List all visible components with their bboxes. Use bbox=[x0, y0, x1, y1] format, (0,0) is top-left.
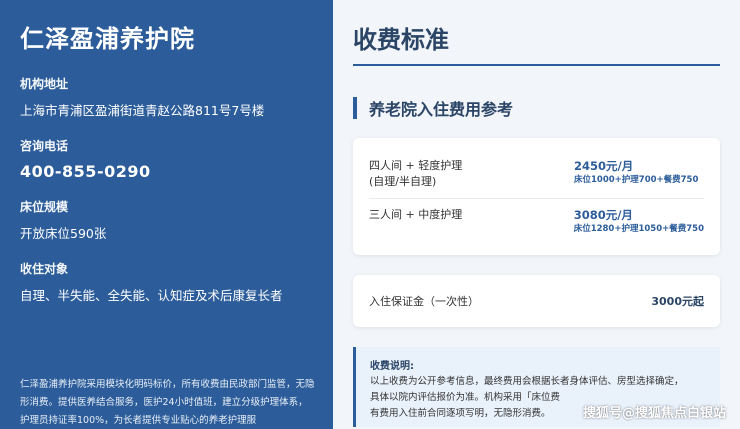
fee-row: 三人间 + 中度护理 3080元/月 床位1280+护理1050+餐费750 bbox=[369, 198, 704, 243]
section-accent-bar bbox=[353, 97, 357, 119]
left-panel: 仁泽盈浦养护院 机构地址 上海市青浦区盈浦街道青赵公路811号7号楼 咨询电话 … bbox=[0, 0, 333, 429]
deposit-card: 入住保证金（一次性） 3000元起 bbox=[353, 275, 720, 327]
beds-block: 床位规模 开放床位590张 bbox=[20, 199, 313, 243]
fee-price-block: 2450元/月 床位1000+护理700+餐费750 bbox=[574, 158, 704, 186]
section-header: 养老院入住费用参考 bbox=[353, 96, 720, 120]
deposit-label: 入住保证金（一次性） bbox=[369, 295, 479, 308]
phone-value[interactable]: 400-855-0290 bbox=[20, 162, 313, 181]
beds-label: 床位规模 bbox=[20, 200, 69, 214]
fee-room-sub: (自理/半自理) bbox=[369, 175, 437, 188]
fee-price-block: 3080元/月 床位1280+护理1050+餐费750 bbox=[574, 207, 704, 235]
fee-room-name: 四人间 + 轻度护理 bbox=[369, 159, 463, 172]
fee-card: 四人间 + 轻度护理 (自理/半自理) 2450元/月 床位1000+护理700… bbox=[353, 138, 720, 255]
fee-price-detail: 床位1280+护理1050+餐费750 bbox=[573, 224, 704, 234]
right-panel: 收费标准 养老院入住费用参考 四人间 + 轻度护理 (自理/半自理) 2450元… bbox=[333, 0, 740, 429]
section-title: 养老院入住费用参考 bbox=[369, 100, 514, 119]
target-label: 收住对象 bbox=[20, 262, 69, 276]
fee-note-line: 以上收费为公开参考信息，最终费用会根据长者身体评估、房型选择确定， bbox=[370, 376, 684, 387]
org-note: 仁泽盈浦养护院采用模块化明码标价，所有收费由民政部门监管，无隐形消费。提供医养结… bbox=[20, 379, 315, 426]
target-block: 收住对象 自理、半失能、全失能、认知症及术后康复长者 bbox=[20, 261, 313, 305]
deposit-value: 3000元起 bbox=[651, 295, 704, 308]
fee-price: 2450元/月 bbox=[574, 159, 634, 173]
fee-price: 3080元/月 bbox=[573, 208, 633, 222]
fee-room: 四人间 + 轻度护理 (自理/半自理) bbox=[369, 158, 462, 190]
fee-note-title: 收费说明: bbox=[370, 361, 414, 372]
page-title: 收费标准 bbox=[353, 26, 449, 54]
fee-room-name: 三人间 + 中度护理 bbox=[369, 208, 463, 221]
fee-row: 四人间 + 轻度护理 (自理/半自理) 2450元/月 床位1000+护理700… bbox=[369, 150, 704, 198]
address-block: 机构地址 上海市青浦区盈浦街道青赵公路811号7号楼 bbox=[20, 76, 313, 120]
org-name: 仁泽盈浦养护院 bbox=[20, 25, 195, 53]
beds-value: 开放床位590张 bbox=[20, 226, 107, 241]
title-divider bbox=[353, 64, 720, 66]
phone-label: 咨询电话 bbox=[20, 139, 69, 153]
target-value: 自理、半失能、全失能、认知症及术后康复长者 bbox=[20, 288, 283, 303]
fee-price-detail: 床位1000+护理700+餐费750 bbox=[574, 175, 699, 185]
source-watermark: 搜狐号@搜狐焦点白银站 bbox=[582, 406, 726, 421]
phone-block: 咨询电话 400-855-0290 bbox=[20, 138, 313, 181]
fee-room: 三人间 + 中度护理 bbox=[369, 207, 462, 223]
address-label: 机构地址 bbox=[20, 77, 69, 91]
address-value: 上海市青浦区盈浦街道青赵公路811号7号楼 bbox=[20, 103, 265, 118]
